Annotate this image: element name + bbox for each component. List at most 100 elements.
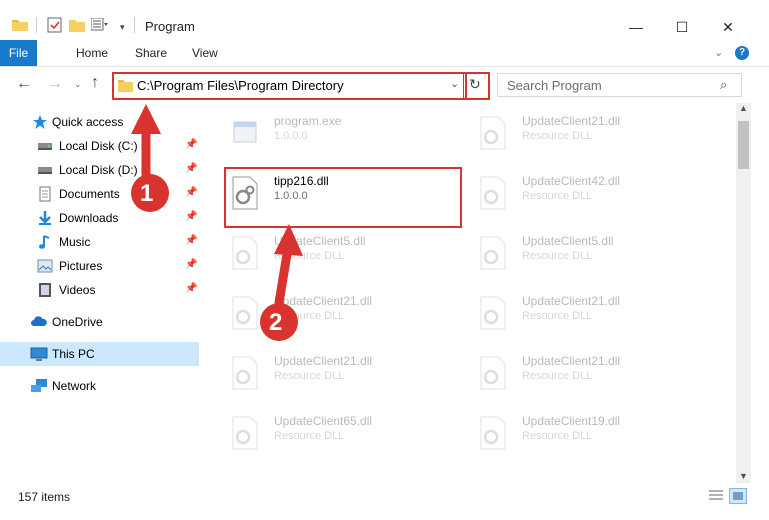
sidebar-item-label: Local Disk (C:) bbox=[59, 139, 138, 153]
file-detail: Resource DLL bbox=[274, 370, 345, 382]
file-detail: Resource DLL bbox=[274, 250, 345, 262]
ribbon-tabs: File Home Share View ⌄ ? bbox=[0, 40, 769, 67]
sidebar-item-quick-access[interactable]: Quick access bbox=[0, 110, 199, 134]
highlight-box bbox=[224, 167, 462, 228]
title-bar: ▾ Program — ☐ ✕ bbox=[0, 0, 769, 40]
expand-ribbon-icon[interactable]: ⌄ bbox=[714, 46, 723, 59]
tab-home[interactable]: Home bbox=[62, 40, 122, 66]
file-name: UpdateClient21.dll bbox=[522, 354, 621, 368]
scroll-thumb[interactable] bbox=[738, 121, 749, 169]
sidebar-item-documents[interactable]: Documents 📌 bbox=[0, 182, 199, 206]
vertical-scrollbar[interactable]: ▲ ▼ bbox=[736, 103, 751, 483]
tab-view[interactable]: View bbox=[178, 40, 232, 66]
status-bar: 157 items bbox=[0, 483, 769, 520]
new-folder-icon[interactable] bbox=[69, 18, 85, 32]
maximize-icon: ☐ bbox=[675, 18, 689, 35]
download-icon bbox=[37, 210, 53, 226]
file-item[interactable]: UpdateClient21.dll Resource DLL bbox=[472, 287, 712, 345]
large-icons-view-icon[interactable] bbox=[729, 488, 747, 504]
scroll-up-icon[interactable]: ▲ bbox=[739, 103, 748, 113]
sidebar-item-label: OneDrive bbox=[52, 315, 103, 329]
file-detail: Resource DLL bbox=[522, 190, 593, 202]
pin-icon: 📌 bbox=[185, 235, 198, 246]
refresh-button[interactable]: ↻ bbox=[463, 72, 490, 100]
help-icon[interactable]: ? bbox=[735, 46, 749, 60]
window-title: Program bbox=[145, 19, 195, 34]
dll-icon bbox=[232, 356, 258, 390]
scroll-down-icon[interactable]: ▼ bbox=[739, 471, 748, 481]
file-item[interactable]: UpdateClient65.dll Resource DLL bbox=[224, 407, 464, 465]
sidebar-item-downloads[interactable]: Downloads 📌 bbox=[0, 206, 199, 230]
file-item[interactable]: program.exe 1.0.0.0 bbox=[224, 107, 464, 165]
drive-icon bbox=[37, 162, 53, 178]
tab-file[interactable]: File bbox=[0, 40, 37, 66]
file-name: UpdateClient42.dll bbox=[522, 174, 621, 188]
refresh-icon: ↻ bbox=[469, 76, 481, 92]
file-list: program.exe 1.0.0.0 tipp216.dll 1.0.0.0 … bbox=[202, 103, 736, 483]
address-bar[interactable]: C:\Program Files\Program Directory ⌄ bbox=[112, 72, 467, 100]
sidebar-item-label: Quick access bbox=[52, 115, 124, 129]
dll-icon bbox=[232, 416, 258, 450]
file-name: UpdateClient19.dll bbox=[522, 414, 621, 428]
documents-icon bbox=[37, 186, 53, 202]
sidebar-item-label: Videos bbox=[59, 283, 96, 297]
maximize-button[interactable]: ☐ bbox=[659, 14, 705, 40]
address-path: C:\Program Files\Program Directory bbox=[137, 78, 344, 93]
file-detail: Resource DLL bbox=[522, 370, 593, 382]
sidebar-item-label: This PC bbox=[52, 347, 95, 361]
file-item[interactable]: UpdateClient42.dll Resource DLL bbox=[472, 167, 712, 225]
search-box[interactable]: Search Program ⌕ bbox=[497, 73, 742, 97]
sidebar-item-local-disk-c[interactable]: Local Disk (C:) 📌 bbox=[0, 134, 199, 158]
sidebar-item-label: Music bbox=[59, 235, 91, 249]
step-1-number: 1 bbox=[140, 180, 154, 207]
star-icon bbox=[32, 114, 48, 130]
folder-icon bbox=[118, 78, 133, 92]
search-input[interactable]: Search Program bbox=[507, 78, 602, 93]
sidebar-item-label: Network bbox=[52, 379, 97, 393]
file-name: UpdateClient65.dll bbox=[274, 414, 373, 428]
address-row: ← → ⌄ ↑ C:\Program Files\Program Directo… bbox=[0, 67, 769, 103]
computer-icon bbox=[30, 346, 48, 362]
file-name: UpdateClient5.dll bbox=[274, 234, 366, 248]
sidebar-item-pictures[interactable]: Pictures 📌 bbox=[0, 254, 199, 278]
sidebar-item-label: Documents bbox=[59, 187, 120, 201]
recent-locations-icon[interactable]: ⌄ bbox=[74, 79, 82, 90]
file-item[interactable]: UpdateClient19.dll Resource DLL bbox=[472, 407, 712, 465]
sidebar-item-network[interactable]: Network bbox=[0, 374, 199, 398]
up-icon[interactable]: ↑ bbox=[91, 74, 99, 92]
forward-icon[interactable]: → bbox=[47, 75, 63, 93]
sidebar-item-local-disk-d[interactable]: Local Disk (D:) 📌 bbox=[0, 158, 199, 182]
file-item[interactable]: UpdateClient21.dll Resource DLL bbox=[224, 347, 464, 405]
address-dropdown-icon[interactable]: ⌄ bbox=[450, 77, 459, 90]
dll-icon bbox=[480, 356, 506, 390]
file-name: UpdateClient5.dll bbox=[522, 234, 614, 248]
pin-icon: 📌 bbox=[185, 163, 198, 174]
file-item[interactable]: UpdateClient21.dll Resource DLL bbox=[472, 107, 712, 165]
file-item[interactable]: UpdateClient21.dll Resource DLL bbox=[472, 347, 712, 405]
qat-dropdown-icon[interactable]: ▾ bbox=[120, 22, 125, 33]
minimize-button[interactable]: — bbox=[613, 14, 659, 40]
sidebar-item-music[interactable]: Music 📌 bbox=[0, 230, 199, 254]
close-button[interactable]: ✕ bbox=[705, 14, 751, 40]
file-name: UpdateClient21.dll bbox=[522, 114, 621, 128]
back-icon[interactable]: ← bbox=[16, 75, 32, 93]
customize-icon[interactable] bbox=[90, 17, 109, 32]
file-item[interactable]: UpdateClient21.dll Resource DLL bbox=[224, 287, 464, 345]
pin-icon: 📌 bbox=[185, 211, 198, 222]
navigation-pane: Quick access Local Disk (C:) 📌 Local Dis… bbox=[0, 103, 202, 483]
file-detail: Resource DLL bbox=[522, 250, 593, 262]
details-view-icon[interactable] bbox=[708, 489, 724, 503]
sidebar-item-onedrive[interactable]: OneDrive bbox=[0, 310, 199, 334]
sidebar-item-label: Pictures bbox=[59, 259, 103, 273]
file-item[interactable]: UpdateClient5.dll Resource DLL bbox=[472, 227, 712, 285]
pin-icon: 📌 bbox=[185, 187, 198, 198]
tab-share[interactable]: Share bbox=[121, 40, 181, 66]
properties-icon[interactable] bbox=[47, 17, 63, 33]
sidebar-item-this-pc[interactable]: This PC bbox=[0, 342, 199, 366]
sidebar-item-videos[interactable]: Videos 📌 bbox=[0, 278, 199, 302]
folder-icon bbox=[12, 18, 28, 31]
qat-separator bbox=[36, 17, 37, 33]
dll-icon bbox=[480, 236, 506, 270]
file-item[interactable]: UpdateClient5.dll Resource DLL bbox=[224, 227, 464, 285]
pin-icon: 📌 bbox=[185, 139, 198, 150]
